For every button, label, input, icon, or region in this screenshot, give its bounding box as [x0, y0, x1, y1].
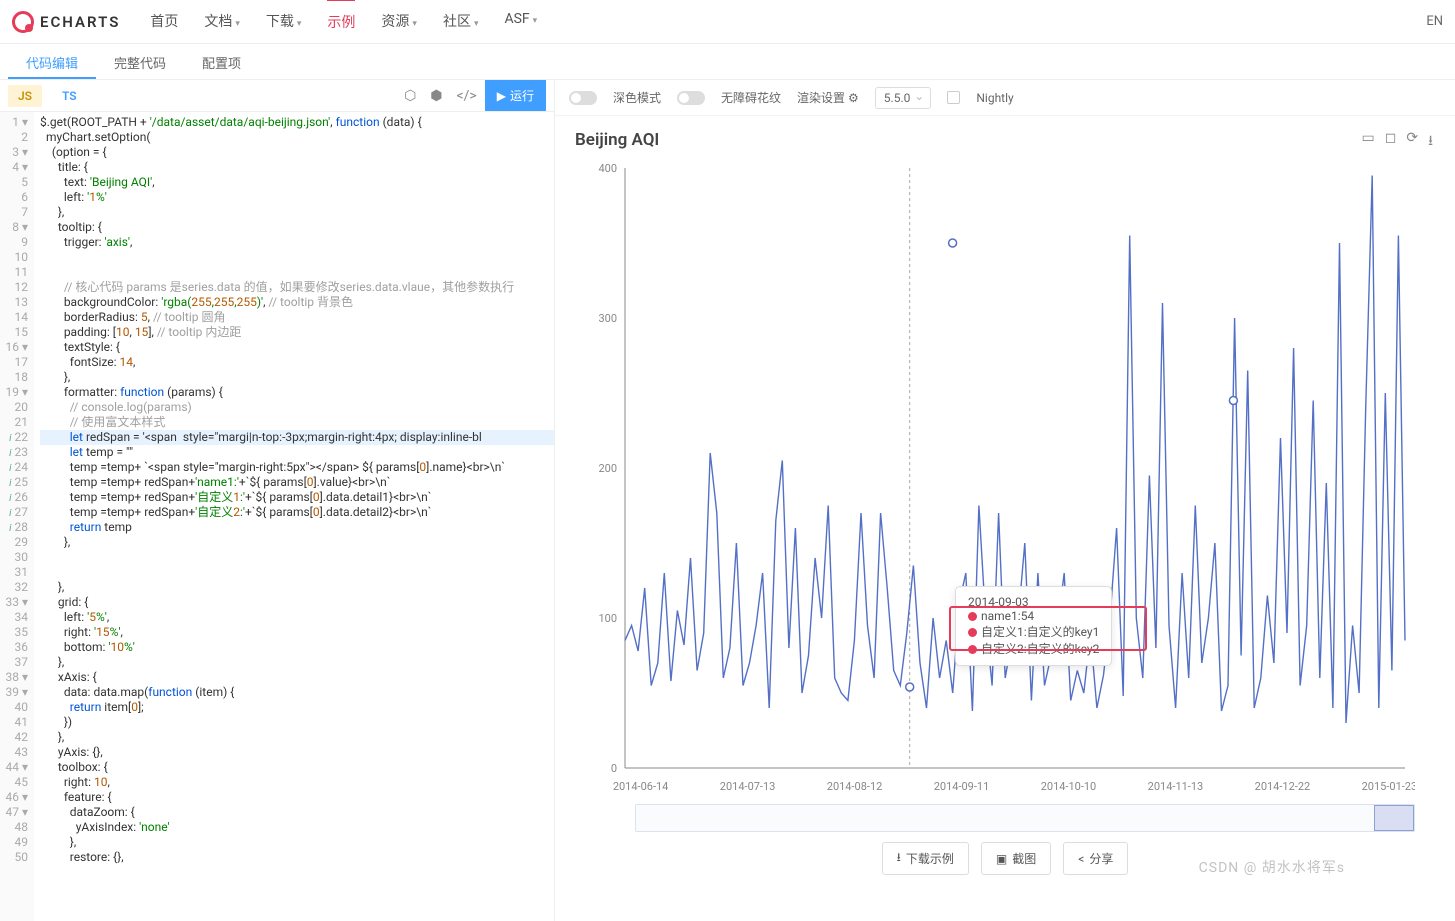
code-editor[interactable]: 1 ▾23 ▾4 ▾5678 ▾910111213141516 ▾171819 … — [0, 112, 554, 921]
tab-code-edit[interactable]: 代码编辑 — [8, 44, 96, 79]
line-gutter: 1 ▾23 ▾4 ▾5678 ▾910111213141516 ▾171819 … — [0, 112, 34, 921]
svg-text:0: 0 — [611, 762, 617, 775]
code-icon[interactable]: </> — [457, 88, 477, 104]
share-icon: < — [1078, 852, 1084, 866]
svg-text:2014-08-12: 2014-08-12 — [827, 780, 883, 793]
cube-icon[interactable]: ⬢ — [430, 88, 442, 104]
editor-pane: JS TS ⬡ ⬢ </> ▶运行 1 ▾23 ▾4 ▾5678 ▾910111… — [0, 80, 555, 921]
dot-icon — [968, 612, 977, 621]
svg-text:2015-01-23: 2015-01-23 — [1362, 780, 1415, 793]
tooltip-date: 2014-09-03 — [968, 595, 1099, 609]
nightly-checkbox[interactable] — [947, 91, 960, 104]
svg-text:2014-10-10: 2014-10-10 — [1041, 780, 1097, 793]
run-button[interactable]: ▶运行 — [485, 80, 546, 111]
svg-text:100: 100 — [598, 612, 617, 625]
chevron-down-icon: ▾ — [533, 16, 538, 26]
lang-tab-ts[interactable]: TS — [52, 85, 87, 107]
brush-selection[interactable] — [1374, 805, 1414, 831]
svg-text:2014-06-14: 2014-06-14 — [613, 780, 669, 793]
download-icon[interactable]: ⭳ — [1428, 130, 1433, 154]
pattern-toggle[interactable] — [677, 91, 705, 105]
tooltip-row1: 自定义1:自定义的key1 — [981, 625, 1099, 639]
topbar: ECHARTS 首页 文档▾ 下载▾ 示例 资源▾ 社区▾ ASF▾ EN — [0, 0, 1455, 44]
main-nav: 首页 文档▾ 下载▾ 示例 资源▾ 社区▾ ASF▾ — [150, 0, 1426, 43]
svg-text:2014-11-13: 2014-11-13 — [1148, 780, 1204, 793]
lang-tab-js[interactable]: JS — [8, 85, 42, 107]
tab-config[interactable]: 配置项 — [184, 44, 259, 79]
code-body[interactable]: $.get(ROOT_PATH + '/data/asset/data/aqi-… — [34, 112, 554, 921]
play-icon: ▶ — [497, 89, 506, 103]
chart-area: Beijing AQI ▭ ◻ ⟳ ⭳ 0 100 200 300 400 2014-06… — [555, 116, 1455, 921]
svg-text:2014-07-13: 2014-07-13 — [720, 780, 776, 793]
dot-icon — [968, 628, 977, 637]
svg-text:2014-09-11: 2014-09-11 — [934, 780, 990, 793]
chevron-down-icon: ▾ — [235, 19, 240, 29]
dark-mode-label: 深色模式 — [613, 89, 661, 106]
brand-text: ECHARTS — [40, 13, 120, 31]
nav-examples[interactable]: 示例 — [327, 0, 355, 43]
download-icon: ⭳ — [897, 848, 901, 869]
version-select[interactable]: 5.5.0 — [875, 87, 932, 109]
dot-icon — [968, 645, 977, 654]
watermark: CSDN @ 胡水水将军s — [1199, 857, 1345, 877]
chart-toolbox: ▭ ◻ ⟳ ⭳ — [1362, 130, 1434, 154]
preview-toolbar: 深色模式 无障碍花纹 渲染设置 ⚙ 5.5.0 Nightly — [555, 80, 1455, 116]
logo[interactable]: ECHARTS — [12, 11, 120, 33]
chart-tooltip: 2014-09-03 name1:54 自定义1:自定义的key1 自定义2:自… — [955, 586, 1112, 666]
preview-pane: 深色模式 无障碍花纹 渲染设置 ⚙ 5.5.0 Nightly Beijing … — [555, 80, 1455, 921]
nav-community[interactable]: 社区▾ — [443, 0, 479, 43]
pattern-label: 无障碍花纹 — [721, 89, 781, 106]
screenshot-button[interactable]: ▣截图 — [981, 842, 1051, 875]
nav-docs[interactable]: 文档▾ — [204, 0, 240, 43]
chart-title: Beijing AQI — [575, 130, 1435, 150]
tooltip-row2: 自定义2:自定义的key2 — [981, 642, 1099, 656]
gear-icon: ⚙ — [848, 91, 859, 105]
main-split: JS TS ⬡ ⬢ </> ▶运行 1 ▾23 ▾4 ▾5678 ▾910111… — [0, 80, 1455, 921]
zoom-select-icon[interactable]: ▭ — [1362, 130, 1375, 154]
tab-full-code[interactable]: 完整代码 — [96, 44, 184, 79]
editor-toolbar: JS TS ⬡ ⬢ </> ▶运行 — [0, 80, 554, 112]
chevron-down-icon: ▾ — [474, 19, 479, 29]
nightly-label: Nightly — [976, 91, 1013, 105]
nav-download[interactable]: 下载▾ — [266, 0, 302, 43]
chevron-down-icon: ▾ — [412, 19, 417, 29]
nav-resources[interactable]: 资源▾ — [381, 0, 417, 43]
share-button[interactable]: <分享 — [1063, 842, 1128, 875]
tooltip-name1: name1:54 — [981, 609, 1034, 623]
chevron-down-icon: ▾ — [297, 19, 302, 29]
line-chart[interactable]: 0 100 200 300 400 2014-06-14 2014-07-13 2014-08… — [575, 158, 1415, 798]
sub-tabs: 代码编辑 完整代码 配置项 — [0, 44, 1455, 80]
svg-text:2014-12-22: 2014-12-22 — [1255, 780, 1311, 793]
nav-home[interactable]: 首页 — [150, 0, 178, 43]
camera-icon: ▣ — [996, 852, 1007, 866]
svg-text:400: 400 — [598, 162, 617, 175]
svg-text:200: 200 — [598, 462, 617, 475]
data-zoom-brush[interactable] — [635, 804, 1415, 832]
restore-icon[interactable]: ⟳ — [1406, 130, 1418, 154]
download-example-button[interactable]: ⭳下载示例 — [882, 842, 969, 875]
lang-switch[interactable]: EN — [1426, 14, 1443, 29]
nav-asf[interactable]: ASF▾ — [504, 0, 537, 43]
dark-mode-toggle[interactable] — [569, 91, 597, 105]
svg-text:300: 300 — [598, 312, 617, 325]
zoom-reset-icon[interactable]: ◻ — [1385, 130, 1397, 154]
cube-outline-icon[interactable]: ⬡ — [404, 88, 416, 104]
render-settings[interactable]: 渲染设置 ⚙ — [797, 89, 859, 106]
logo-icon — [12, 11, 34, 33]
